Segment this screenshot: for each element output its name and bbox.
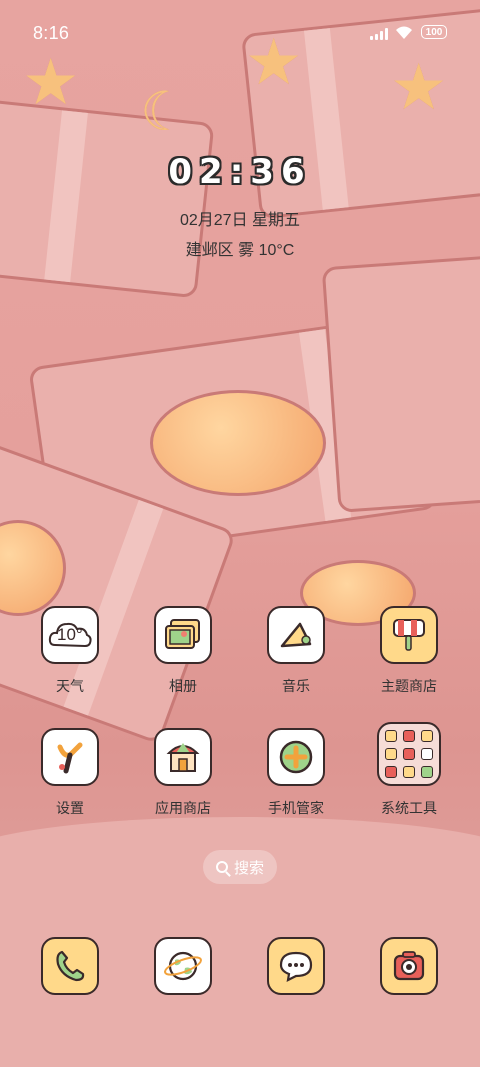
clock-weather: 建邺区 雾 10°C: [185, 242, 295, 259]
app-weather[interactable]: 10° 天气: [20, 606, 120, 696]
messages-icon: [267, 937, 325, 995]
clock-time: 02:36: [168, 152, 312, 192]
search-icon: [215, 861, 228, 873]
app-gallery[interactable]: 相册: [133, 606, 233, 696]
dock-browser[interactable]: [133, 937, 233, 995]
battery-icon: 100: [421, 25, 447, 39]
phone-manager-icon: [267, 728, 325, 786]
music-icon: [267, 606, 325, 664]
phone-icon: [41, 937, 99, 995]
settings-icon: [41, 728, 99, 786]
app-label: 天气: [56, 678, 84, 694]
clock-widget[interactable]: 02:36 02月27日 星期五 建邺区 雾 10°C: [0, 152, 480, 260]
app-theme-store[interactable]: 主题商店: [359, 606, 459, 696]
clock-date: 02月27日 星期五: [179, 212, 301, 229]
app-music[interactable]: 音乐: [246, 606, 346, 696]
search-button[interactable]: 搜索: [203, 850, 277, 884]
dock-messages[interactable]: [246, 937, 346, 995]
app-app-store[interactable]: 应用商店: [133, 728, 233, 818]
app-label: 音乐: [282, 678, 310, 694]
app-system-tools-folder[interactable]: 系统工具: [359, 722, 459, 818]
app-label: 设置: [56, 800, 84, 816]
status-time: 8:16: [33, 23, 70, 43]
app-phone-manager[interactable]: 手机管家: [246, 728, 346, 818]
weather-icon: 10°: [41, 606, 99, 664]
app-label: 主题商店: [381, 678, 437, 694]
status-bar: 8:16 100: [0, 0, 480, 66]
app-label: 应用商店: [155, 800, 211, 816]
camera-icon: [380, 937, 438, 995]
system-tools-folder-icon: [377, 722, 441, 786]
app-settings[interactable]: 设置: [20, 728, 120, 818]
browser-icon: [154, 937, 212, 995]
gallery-icon: [154, 606, 212, 664]
app-store-icon: [154, 728, 212, 786]
app-label: 系统工具: [381, 800, 437, 816]
weather-icon-temp: 10°: [57, 625, 83, 644]
app-label: 手机管家: [268, 800, 324, 816]
dock-camera[interactable]: [359, 937, 459, 995]
wifi-icon: [396, 26, 412, 39]
dock-phone[interactable]: [20, 937, 120, 995]
app-label: 相册: [169, 678, 197, 694]
theme-store-icon: [380, 606, 438, 664]
signal-icon: [370, 28, 390, 40]
search-label: 搜索: [233, 859, 264, 877]
